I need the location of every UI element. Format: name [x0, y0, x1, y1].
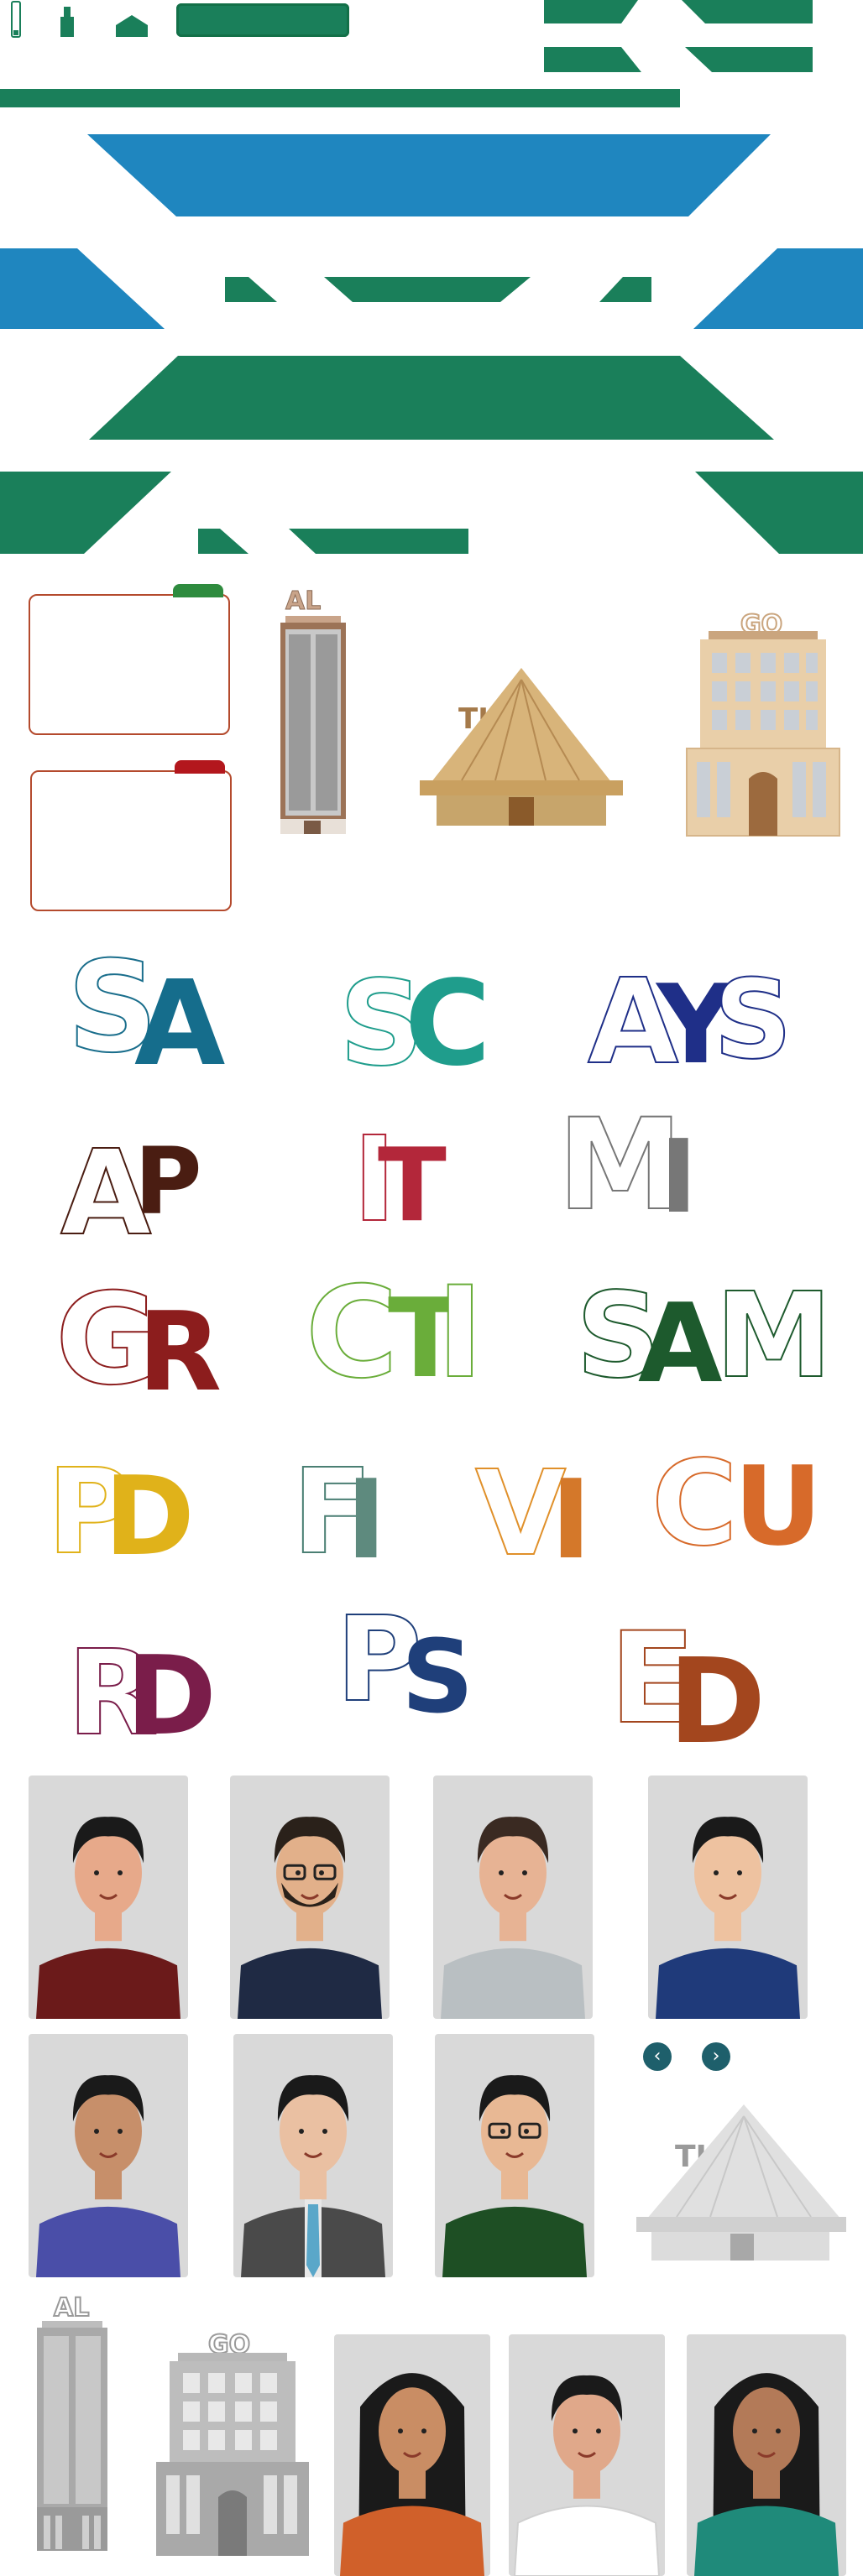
avatar-man-red-shirt[interactable] — [29, 1776, 188, 2019]
avatar-man-grey-suit[interactable] — [433, 1776, 593, 2019]
svg-text:I: I — [346, 1456, 386, 1583]
shape-green-4 — [685, 47, 813, 72]
shape-green-bar — [0, 89, 680, 107]
avatar-woman-teal-dress[interactable] — [687, 2334, 846, 2576]
logo-ps: P S — [335, 1591, 473, 1736]
svg-text:U: U — [734, 1442, 823, 1570]
office-building-icon: GO — [686, 609, 840, 837]
folder-green[interactable] — [29, 584, 230, 735]
svg-text:C: C — [651, 1436, 738, 1572]
logo-sam: S A M — [575, 1267, 833, 1407]
tower-label: AL — [285, 587, 321, 616]
svg-text:R: R — [138, 1288, 222, 1416]
shape-green-3 — [544, 47, 641, 72]
shape-green-1 — [544, 0, 638, 23]
folder-tab — [175, 760, 225, 774]
tower-building-icon-grey: AL — [37, 2292, 107, 2551]
svg-text:T: T — [378, 1128, 447, 1244]
svg-text:C: C — [405, 956, 491, 1092]
logo-vi: V I — [474, 1445, 591, 1583]
svg-text:I: I — [551, 1456, 591, 1583]
logo-ed: E D — [609, 1605, 766, 1745]
shape-green-trapezoid — [89, 356, 774, 440]
logo-cu: C U — [651, 1435, 823, 1573]
svg-text:D: D — [126, 1632, 217, 1745]
logo-ays: A Y S — [587, 953, 793, 1092]
logo-sc: S C — [338, 955, 491, 1093]
shape-green-2 — [682, 0, 813, 23]
svg-text:C: C — [306, 1260, 398, 1406]
shape-green-6 — [324, 277, 531, 302]
shape-blue-right — [693, 248, 863, 329]
svg-text:S: S — [401, 1619, 473, 1736]
svg-text:A: A — [638, 1280, 723, 1407]
logo-rd: R D — [66, 1624, 217, 1745]
logo-mi: M I — [557, 1092, 698, 1239]
folder-tab — [173, 584, 223, 597]
svg-text:I: I — [437, 1260, 484, 1406]
svg-text:D: D — [104, 1452, 195, 1580]
hut-icon-grey: TI — [636, 2104, 846, 2261]
logo-gr: G R — [55, 1266, 222, 1416]
logo-ap: A P — [60, 1124, 202, 1263]
tower-building-icon: AL — [280, 587, 346, 834]
shape-green-left — [0, 472, 171, 554]
svg-text:A: A — [134, 956, 225, 1092]
shape-green-right — [695, 472, 863, 554]
prev-button[interactable]: ‹ — [643, 2042, 672, 2071]
svg-text:D: D — [668, 1634, 766, 1745]
shape-blue-left — [0, 248, 165, 329]
avatar-man-dark-suit-tie[interactable] — [233, 2034, 393, 2277]
svg-text:M: M — [715, 1268, 832, 1405]
logo-sa: S A — [66, 934, 225, 1092]
avatar-man-beard-glasses[interactable] — [230, 1776, 390, 2019]
svg-text:S: S — [714, 956, 792, 1083]
logo-pd: P D — [46, 1443, 195, 1582]
logo-cti: C T I — [305, 1259, 484, 1407]
next-button[interactable]: › — [702, 2042, 730, 2071]
hut-icon: TI — [420, 668, 623, 826]
shape-green-5 — [225, 277, 277, 302]
avatar-man-white-polo[interactable] — [509, 2334, 665, 2576]
avatar-woman-orange-top[interactable] — [334, 2334, 490, 2576]
avatar-man-green-shirt-glasses[interactable] — [435, 2034, 594, 2277]
shape-green-8 — [198, 529, 248, 554]
shape-green-7 — [599, 277, 651, 302]
avatar-man-blue-suit[interactable] — [648, 1776, 808, 2019]
banner-shapes — [0, 0, 863, 554]
svg-text:P: P — [134, 1128, 202, 1235]
office-building-icon-grey: GO — [156, 2329, 309, 2556]
svg-text:I: I — [660, 1119, 698, 1236]
shape-blue-trapezoid — [87, 134, 771, 216]
logo-fi: F I — [291, 1443, 386, 1583]
logo-it: I T — [352, 1111, 447, 1249]
folder-red[interactable] — [30, 760, 232, 911]
shape-green-9 — [289, 529, 468, 554]
avatar-man-purple-shirt[interactable] — [29, 2034, 188, 2277]
svg-text:AL: AL — [54, 2293, 89, 2323]
logo-grid: S A S C A Y S A P I T M I G R C T I S A … — [46, 934, 833, 1745]
